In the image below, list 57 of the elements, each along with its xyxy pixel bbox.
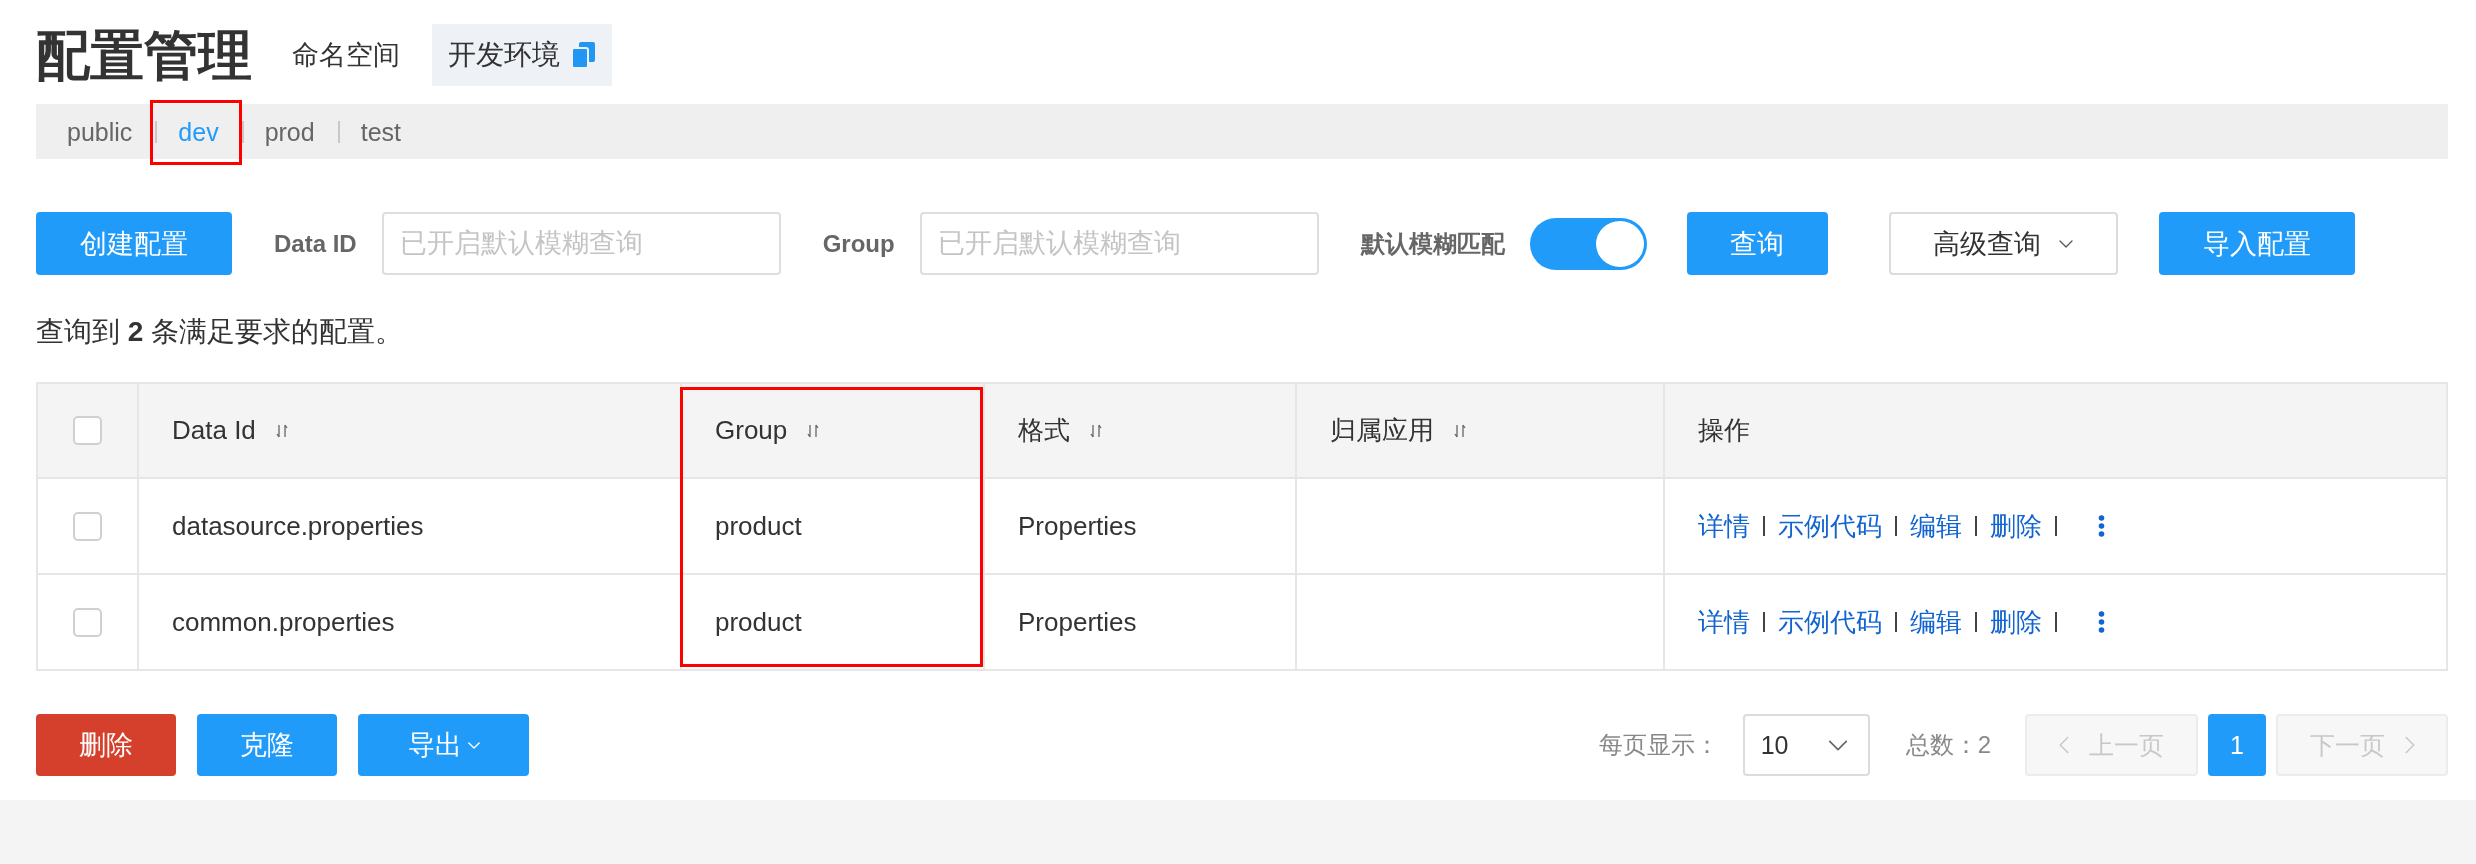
namespace-tab[interactable]: dev <box>178 116 219 147</box>
action-button[interactable]: 克隆 <box>197 714 337 776</box>
search-field[interactable]: 已开启默认模糊查询 <box>919 212 1319 275</box>
search-field[interactable]: 已开启默认模糊查询 <box>381 212 781 275</box>
field-label: Group <box>822 229 895 258</box>
column-title: 归属应用 <box>1330 414 1434 447</box>
action-link[interactable]: 示例代码 <box>1778 604 1882 640</box>
namespace-tab[interactable]: prod <box>264 116 315 147</box>
table-cell: common.properties <box>139 573 682 669</box>
sort-icon[interactable] <box>275 422 288 439</box>
column-title: Data Id <box>172 415 256 446</box>
import-config-button[interactable]: 导入配置 <box>2158 212 2355 275</box>
field-label: Data ID <box>274 229 357 258</box>
sort-icon[interactable] <box>1090 422 1102 439</box>
page-size-select[interactable]: 10 <box>1742 714 1870 776</box>
copy-icon[interactable] <box>571 41 595 69</box>
more-icon[interactable] <box>2098 515 2105 537</box>
sort-icon[interactable] <box>807 422 820 439</box>
namespace-tab[interactable]: test <box>360 116 401 147</box>
page-title: 配置管理 <box>36 24 252 86</box>
search-button[interactable]: 查询 <box>1686 212 1828 275</box>
namespace-label: 命名空间 <box>292 39 400 72</box>
action-link[interactable]: 编辑 <box>1910 508 1962 544</box>
page-size-label: 每页显示： <box>1598 730 1719 760</box>
checkbox[interactable] <box>73 511 102 541</box>
result-summary: 查询到 2 条满足要求的配置。 <box>36 315 405 349</box>
action-button[interactable]: 删除 <box>36 714 176 776</box>
table-cell: Properties <box>985 477 1297 573</box>
namespace-name: 开发环境 <box>448 38 560 72</box>
advanced-search-button[interactable]: 高级查询 <box>1888 212 2118 275</box>
chevron-down-icon <box>1827 739 1848 751</box>
checkbox[interactable] <box>73 416 102 445</box>
action-link[interactable]: 编辑 <box>1910 604 1962 640</box>
chevron-down-icon <box>2059 239 2074 248</box>
table-cell: Properties <box>985 573 1297 669</box>
column-title: 操作 <box>1698 414 1750 447</box>
more-icon[interactable] <box>2098 611 2105 633</box>
action-link[interactable]: 示例代码 <box>1778 508 1882 544</box>
sort-icon[interactable] <box>1454 422 1466 439</box>
chevron-left-icon <box>2059 736 2069 754</box>
action-link[interactable]: 详情 <box>1698 508 1750 544</box>
column-title: Group <box>715 415 788 446</box>
checkbox[interactable] <box>73 607 102 637</box>
create-config-button[interactable]: 创建配置 <box>36 212 232 275</box>
total-count: 总数：2 <box>1905 730 1991 760</box>
action-link[interactable]: 删除 <box>1990 604 2042 640</box>
action-link[interactable]: 删除 <box>1990 508 2042 544</box>
fuzzy-match-label: 默认模糊匹配 <box>1360 228 1505 259</box>
toggle-switch[interactable] <box>1529 217 1647 270</box>
chevron-right-icon <box>2404 736 2415 754</box>
action-link[interactable]: 详情 <box>1698 604 1750 640</box>
table-cell: product <box>682 573 985 669</box>
table-cell: product <box>682 477 985 573</box>
action-button[interactable]: 导出 <box>358 714 529 776</box>
namespace-tab[interactable]: public <box>67 116 133 147</box>
column-title: 格式 <box>1018 414 1070 447</box>
page-number-button[interactable]: 1 <box>2208 714 2266 776</box>
